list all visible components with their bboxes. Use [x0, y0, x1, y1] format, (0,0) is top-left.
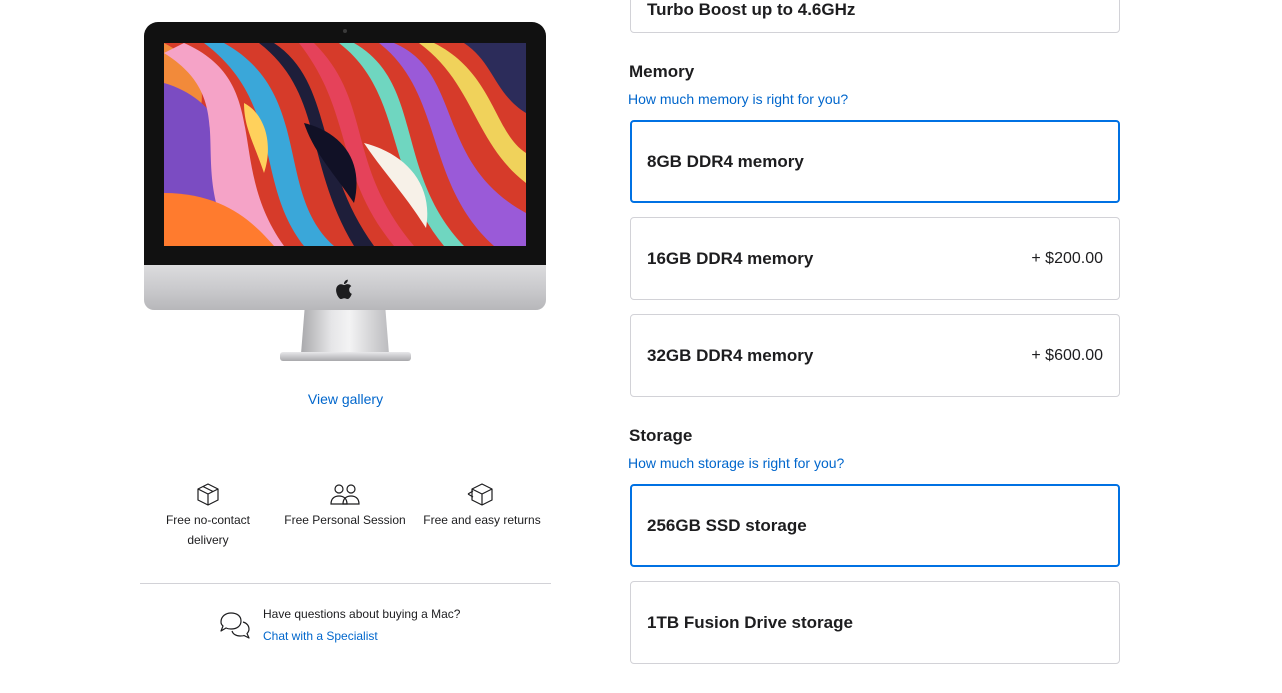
- option-label: 256GB SSD storage: [647, 515, 807, 535]
- option-label: 1TB Fusion Drive storage: [647, 612, 853, 632]
- perk-label: Free Personal Session: [284, 513, 406, 527]
- perk-returns: Free and easy returns: [414, 480, 550, 530]
- memory-option-32gb[interactable]: 32GB DDR4 memory + $600.00: [630, 314, 1120, 397]
- help-question-text: Have questions about buying a Mac?: [263, 607, 461, 621]
- memory-option-16gb[interactable]: 16GB DDR4 memory + $200.00: [630, 217, 1120, 300]
- chat-specialist-link[interactable]: Chat with a Specialist: [263, 629, 378, 643]
- processor-option-card[interactable]: Turbo Boost up to 4.6GHz: [630, 0, 1120, 33]
- storage-help-link[interactable]: How much storage is right for you?: [628, 455, 844, 471]
- imac-screen-bezel: [144, 22, 546, 265]
- return-box-icon: [467, 483, 493, 506]
- camera-dot: [343, 29, 347, 33]
- perk-label: Free no-contact delivery: [165, 513, 251, 547]
- option-label: Turbo Boost up to 4.6GHz: [647, 0, 856, 19]
- perk-personal-session: Free Personal Session: [276, 480, 414, 530]
- perks-row: Free no-contact delivery Free Personal S…: [140, 480, 551, 560]
- memory-help-link[interactable]: How much memory is right for you?: [628, 91, 848, 107]
- imac-stand-foot: [280, 352, 411, 361]
- option-price: + $200.00: [1031, 249, 1103, 267]
- storage-option-256gb[interactable]: 256GB SSD storage: [630, 484, 1120, 567]
- storage-section-title: Storage: [629, 426, 693, 445]
- option-price: + $600.00: [1031, 346, 1103, 364]
- storage-option-1tb-fusion[interactable]: 1TB Fusion Drive storage: [630, 581, 1120, 664]
- perk-delivery: Free no-contact delivery: [154, 480, 262, 550]
- memory-section-title: Memory: [629, 62, 695, 81]
- apple-logo-icon: [336, 279, 352, 300]
- abstract-wallpaper: [164, 43, 526, 246]
- box-icon: [197, 483, 219, 506]
- configurator-page: View gallery Free no-contact delivery Fr…: [0, 0, 1282, 693]
- imac-chin: [144, 265, 546, 310]
- product-gallery-column: View gallery Free no-contact delivery Fr…: [140, 0, 551, 693]
- memory-option-8gb[interactable]: 8GB DDR4 memory: [630, 120, 1120, 203]
- option-label: 8GB DDR4 memory: [647, 151, 804, 171]
- perk-label: Free and easy returns: [423, 513, 541, 527]
- people-icon: [330, 484, 360, 505]
- chat-bubbles-icon: [220, 612, 250, 639]
- configuration-column: Turbo Boost up to 4.6GHz Memory How much…: [628, 0, 1121, 693]
- help-chat-block: Have questions about buying a Mac? Chat …: [218, 604, 518, 648]
- imac-stand-neck: [301, 310, 389, 354]
- option-label: 16GB DDR4 memory: [647, 248, 814, 268]
- wallpaper-display: [164, 43, 526, 246]
- imac-product-image[interactable]: [144, 22, 546, 362]
- option-label: 32GB DDR4 memory: [647, 345, 814, 365]
- section-divider: [140, 583, 551, 584]
- view-gallery-link[interactable]: View gallery: [140, 391, 551, 407]
